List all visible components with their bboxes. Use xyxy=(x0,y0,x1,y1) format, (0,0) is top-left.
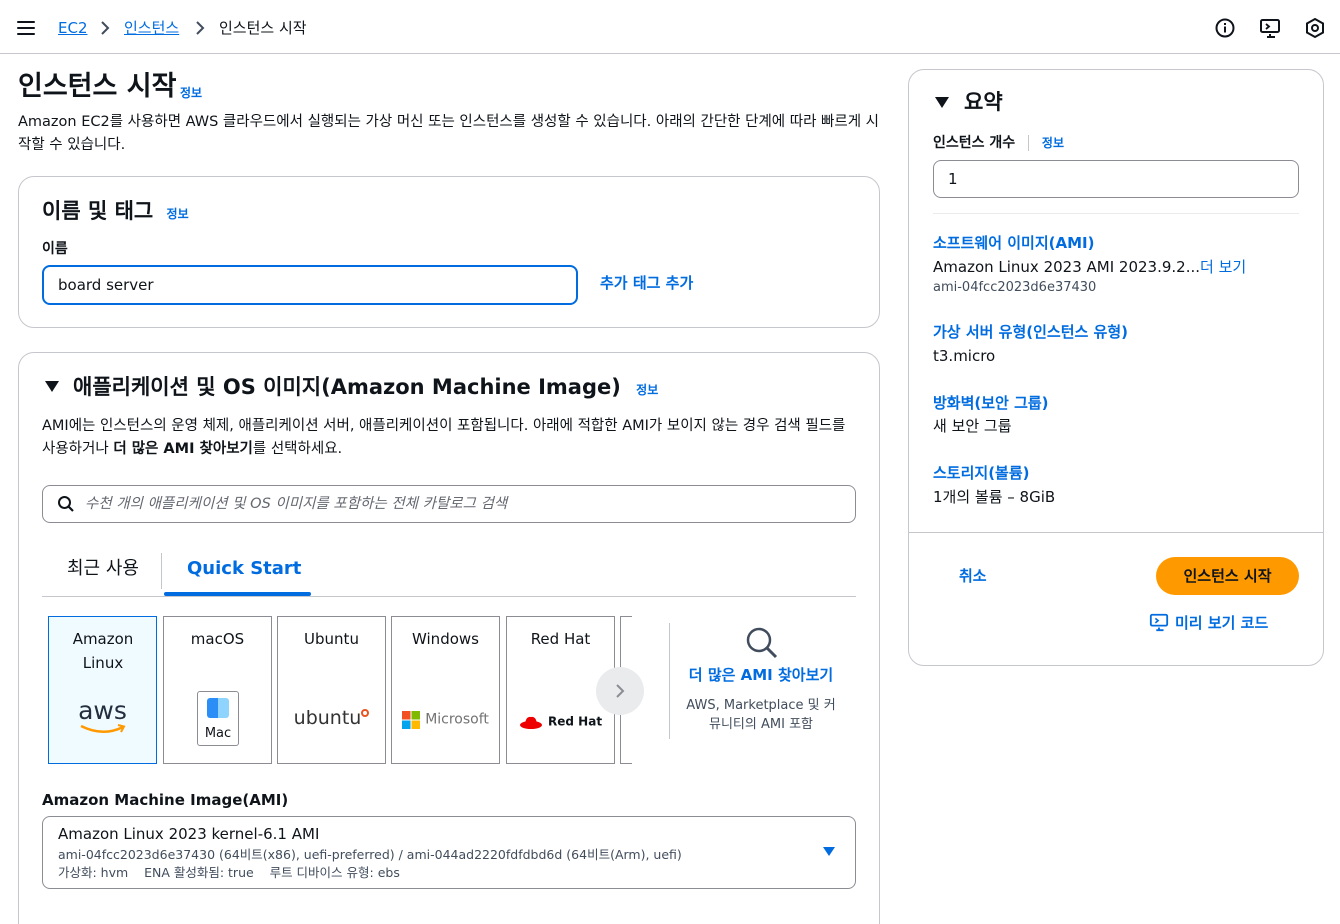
os-card-amazon-linux[interactable]: Amazon Linux aws xyxy=(48,616,157,764)
ubuntu-logo-text: ubuntu xyxy=(293,707,362,729)
code-preview-icon[interactable] xyxy=(1259,17,1281,39)
summary-ami-id: ami-04fcc2023d6e37430 xyxy=(933,280,1097,295)
launch-instance-button[interactable]: 인스턴스 시작 xyxy=(1156,557,1299,595)
ami-select-name: Amazon Linux 2023 kernel-6.1 AMI xyxy=(58,825,320,843)
name-and-tags-panel: 이름 및 태그 정보 이름 추가 태그 추가 xyxy=(18,176,880,328)
mac-logo-text: Mac xyxy=(204,726,232,741)
info-circle-icon[interactable] xyxy=(1214,17,1236,39)
ami-description: AMI에는 인스턴스의 운영 체제, 애플리케이션 서버, 애플리케이션이 포함… xyxy=(42,415,862,461)
microsoft-logo-icon: Microsoft xyxy=(392,709,499,729)
ubuntu-circle-icon xyxy=(361,709,370,717)
redhat-hat-icon xyxy=(519,716,542,729)
ami-search-box xyxy=(42,485,856,523)
cancel-button[interactable]: 취소 xyxy=(959,566,987,586)
menu-icon[interactable] xyxy=(17,21,35,35)
summary-footer-divider xyxy=(909,532,1323,533)
browse-more-ami-subtext: AWS, Marketplace 및 커뮤니티의 AMI 포함 xyxy=(686,698,836,732)
search-large-icon xyxy=(746,627,778,659)
page-info-link[interactable]: 정보 xyxy=(180,84,202,101)
tab-divider xyxy=(161,553,162,589)
name-label: 이름 xyxy=(42,241,68,257)
add-tags-link[interactable]: 추가 태그 추가 xyxy=(600,273,693,293)
aws-logo-icon: aws xyxy=(49,697,156,735)
label-separator xyxy=(1028,135,1030,151)
ami-select-label: Amazon Machine Image(AMI) xyxy=(42,791,289,809)
ami-select-meta: 가상화: hvm ENA 활성화됨: true 루트 디바이스 유형: ebs xyxy=(58,865,400,880)
tab-quick-start[interactable]: Quick Start xyxy=(187,557,301,581)
page-description: Amazon EC2를 사용하면 AWS 클라우드에서 실행되는 가상 머신 또… xyxy=(18,114,880,153)
search-icon xyxy=(58,496,74,512)
more-ami-divider xyxy=(669,623,670,739)
summary-instance-type-link[interactable]: 가상 서버 유형(인스턴스 유형) xyxy=(933,322,1128,342)
page-title: 인스턴스 시작 xyxy=(18,71,177,102)
ami-panel: 애플리케이션 및 OS 이미지(Amazon Machine Image) 정보… xyxy=(18,352,880,924)
ami-select-dropdown[interactable]: Amazon Linux 2023 kernel-6.1 AMI ami-04f… xyxy=(42,816,856,889)
os-card-label: macOS xyxy=(190,630,245,648)
summary-ami-value: Amazon Linux 2023 AMI 2023.9.2... xyxy=(933,258,1201,276)
ami-desc-part2: 를 선택하세요. xyxy=(252,441,343,457)
breadcrumb-current: 인스턴스 시작 xyxy=(219,19,307,37)
collapse-caret-icon[interactable] xyxy=(45,381,59,392)
breadcrumb-instances[interactable]: 인스턴스 xyxy=(124,18,179,38)
instance-count-input[interactable] xyxy=(933,160,1299,198)
name-tags-title: 이름 및 태그 정보 xyxy=(42,197,189,228)
chevron-right-icon xyxy=(101,21,110,35)
os-card-label: Red Hat xyxy=(530,630,591,648)
summary-instance-type-value: t3.micro xyxy=(933,347,996,365)
tabs-divider-line xyxy=(42,596,856,597)
breadcrumb-ec2[interactable]: EC2 xyxy=(58,18,88,38)
os-card-label: Amazon Linux xyxy=(72,630,134,672)
code-preview-icon xyxy=(1149,613,1169,632)
instance-count-label-row: 인스턴스 개수 정보 xyxy=(933,133,1064,153)
ami-search-input[interactable] xyxy=(85,486,845,522)
os-card-windows[interactable]: Windows Microsoft xyxy=(391,616,500,764)
os-card-label: Ubuntu xyxy=(304,630,359,648)
windows-squares-icon xyxy=(402,710,421,729)
carousel-next-button[interactable] xyxy=(596,667,644,715)
summary-firewall-link[interactable]: 방화벽(보안 그룹) xyxy=(933,393,1049,413)
ami-title-text: 애플리케이션 및 OS 이미지(Amazon Machine Image) xyxy=(73,375,621,399)
summary-divider xyxy=(933,213,1299,214)
summary-firewall-value: 새 보안 그룹 xyxy=(933,417,1012,435)
summary-ami-value-row: Amazon Linux 2023 AMI 2023.9.2...더 보기 xyxy=(933,257,1246,277)
microsoft-logo-text: Microsoft xyxy=(425,711,489,728)
ami-title: 애플리케이션 및 OS 이미지(Amazon Machine Image) 정보 xyxy=(73,373,658,404)
os-card-ubuntu[interactable]: Ubuntu ubuntu xyxy=(277,616,386,764)
os-card-macos[interactable]: macOS Mac xyxy=(163,616,272,764)
instance-count-label: 인스턴스 개수 xyxy=(933,135,1016,151)
summary-panel: 요약 인스턴스 개수 정보 소프트웨어 이미지(AMI) Amazon Linu… xyxy=(908,69,1324,666)
collapse-caret-icon[interactable] xyxy=(935,97,949,108)
top-navigation-bar: EC2 인스턴스 인스턴스 시작 xyxy=(0,0,1340,54)
chevron-right-icon xyxy=(616,684,625,698)
name-tags-title-text: 이름 및 태그 xyxy=(42,199,154,223)
summary-ami-link[interactable]: 소프트웨어 이미지(AMI) xyxy=(933,233,1094,253)
finder-icon xyxy=(207,698,229,718)
settings-hex-icon[interactable] xyxy=(1304,17,1326,39)
ami-desc-bold: 더 많은 AMI 찾아보기 xyxy=(113,441,253,457)
dropdown-caret-icon xyxy=(823,847,835,856)
summary-ami-more-link[interactable]: 더 보기 xyxy=(1200,258,1246,276)
instance-count-info-link[interactable]: 정보 xyxy=(1042,136,1064,150)
browse-more-ami-link[interactable]: 더 많은 AMI 찾아보기 xyxy=(681,665,841,685)
summary-storage-value: 1개의 볼륨 – 8GiB xyxy=(933,488,1056,506)
redhat-logo-text: Red Hat xyxy=(548,714,603,729)
preview-code-button[interactable]: 미리 보기 코드 xyxy=(1149,612,1268,633)
ami-info-link[interactable]: 정보 xyxy=(636,383,658,397)
name-input[interactable] xyxy=(42,265,578,305)
name-tags-info-link[interactable]: 정보 xyxy=(167,207,189,221)
ami-select-ids: ami-04fcc2023d6e37430 (64비트(x86), uefi-p… xyxy=(58,847,682,862)
redhat-logo-icon: Red Hat xyxy=(507,711,614,730)
preview-code-label: 미리 보기 코드 xyxy=(1175,614,1269,632)
aws-logo-text: aws xyxy=(78,696,127,725)
chevron-right-icon xyxy=(196,21,205,35)
summary-title: 요약 xyxy=(964,90,1003,114)
tab-recent[interactable]: 최근 사용 xyxy=(67,557,139,581)
os-card-label: Windows xyxy=(412,630,479,648)
ubuntu-logo-icon: ubuntu xyxy=(278,707,385,729)
mac-logo-icon: Mac xyxy=(197,691,239,746)
summary-storage-link[interactable]: 스토리지(볼륨) xyxy=(933,463,1030,483)
